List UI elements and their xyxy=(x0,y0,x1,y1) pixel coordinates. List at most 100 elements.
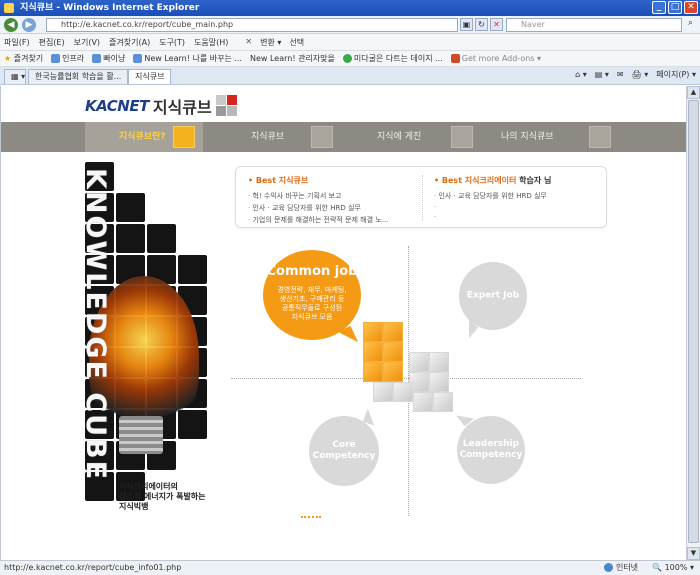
tab-bar: ▦ ▾ 한국능률협회 학습을 활... 지식큐브 ⌂ ▾ ▤ ▾ ✉ 🖨 ▾ 페… xyxy=(0,67,700,85)
favorite-link-1[interactable]: 인프라 xyxy=(51,53,84,64)
minimize-button[interactable]: _ xyxy=(652,1,666,14)
close-button[interactable]: ✕ xyxy=(684,1,698,14)
global-nav: 지식큐브란? 지식큐브 지식에 게진 나의 지식큐브 xyxy=(1,122,686,152)
security-zone: 인터넷 xyxy=(603,561,638,575)
title-line: Competency xyxy=(312,451,376,461)
tab-kacnet[interactable]: 한국능률협회 학습을 활... xyxy=(28,69,129,84)
leadership-competency-bubble[interactable]: Leadership Competency xyxy=(457,416,525,484)
compat-icon[interactable]: ▣ xyxy=(460,18,473,31)
scroll-down-icon[interactable]: ▼ xyxy=(687,547,700,560)
gnb-about[interactable]: 지식큐브란? xyxy=(85,122,203,152)
best-creator-item[interactable] xyxy=(434,203,551,211)
orange-dots xyxy=(301,516,321,520)
best-cube-title-text: Best 지식큐브 xyxy=(255,176,309,185)
favorite-link-label: 미다굴은 다트는 데이지 ... xyxy=(353,54,443,63)
search-icon[interactable]: ⌕ xyxy=(684,18,697,32)
best-creator-item[interactable]: 인사 · 교육 담당자를 위한 HRD 실무 xyxy=(434,191,551,201)
gnb-label: 지식에 게진 xyxy=(377,132,422,142)
cube-icon xyxy=(173,126,195,148)
favorite-link-2[interactable]: 빠이냥 xyxy=(92,53,125,64)
title-line: Leadership xyxy=(462,439,520,449)
gnb-my-cube[interactable]: 나의 지식큐브 xyxy=(501,122,621,152)
site-logo[interactable]: KACNET 지식큐브 xyxy=(85,94,238,118)
scroll-thumb[interactable] xyxy=(688,100,699,543)
back-button[interactable]: ◀ xyxy=(4,18,18,32)
menu-file[interactable]: 파일(F) xyxy=(4,37,30,48)
core-competency-bubble[interactable]: Core Competency xyxy=(309,416,379,486)
url-input[interactable]: http://e.kacnet.co.kr/report/cube_main.p… xyxy=(46,18,458,32)
best-creator-title: • Best 지식크리에이터 학습자 님 xyxy=(434,176,552,185)
vertical-scrollbar[interactable]: ▲ ▼ xyxy=(686,86,700,560)
status-url: http://e.kacnet.co.kr/report/cube_info01… xyxy=(4,563,182,572)
window-title: 지식큐브 - Windows Internet Explorer xyxy=(20,3,200,13)
best-cube-item[interactable]: 혁! 수익사 바꾸는 기획서 보고 xyxy=(248,191,388,201)
tagline: 지식크리에이터의 창조적 에너지가 폭발하는 지식빅뱅 xyxy=(119,482,206,512)
best-divider xyxy=(422,175,423,221)
status-bar: http://e.kacnet.co.kr/report/cube_info01… xyxy=(0,560,700,575)
expert-job-title: Expert Job xyxy=(466,290,520,301)
stop-icon[interactable]: ✕ xyxy=(490,18,503,31)
tagline-line: 지식빅뱅 xyxy=(119,502,149,511)
gnb-cube[interactable]: 지식큐브 xyxy=(251,122,361,152)
page-icon xyxy=(51,54,61,63)
toolbar-close-icon[interactable]: ✕ xyxy=(245,37,252,48)
ie-icon xyxy=(4,2,14,13)
favorite-link-label: 인프라 xyxy=(62,54,85,63)
gnb-label: 지식큐브란? xyxy=(119,132,166,142)
menu-help[interactable]: 도움말(H) xyxy=(194,37,228,48)
menu-tools[interactable]: 도구(T) xyxy=(159,37,185,48)
tab-label: 지식큐브 xyxy=(135,72,165,81)
common-job-bubble[interactable]: Common job 경영전략, 재무, 마케팅, 생산기초, 구매관리 등 공… xyxy=(263,250,361,340)
desc-line: 공통직무들로 구성된 xyxy=(281,304,343,312)
addons-link[interactable]: Get more Add-ons ▾ xyxy=(450,54,542,63)
addons-label: Get more Add-ons ▾ xyxy=(461,54,542,63)
menu-edit[interactable]: 편집(E) xyxy=(39,37,65,48)
favorite-link-label: 빠이냥 xyxy=(103,54,126,63)
desc-line: 지식큐브 모음 xyxy=(291,313,333,321)
star-icon: ★ xyxy=(4,54,12,63)
home-icon[interactable]: ⌂ ▾ xyxy=(575,70,587,79)
window-title-bar: 지식큐브 - Windows Internet Explorer _ □ ✕ xyxy=(0,0,700,16)
expert-job-bubble[interactable]: Expert Job xyxy=(459,262,527,330)
favorites-label: 즐겨찾기 xyxy=(13,54,44,63)
best-cube-column: • Best 지식큐브 혁! 수익사 바꾸는 기획서 보고 인사 · 교육 담당… xyxy=(248,175,388,227)
menu-bar: 파일(F) 편집(E) 보기(V) 즐겨찾기(A) 도구(T) 도움말(H) ✕… xyxy=(0,34,700,51)
best-creator-item[interactable] xyxy=(434,213,551,221)
favorite-link-3[interactable]: New Learn! 나를 바꾸는 ... xyxy=(133,53,242,64)
favorite-link-4[interactable]: New Learn! 관리자맞을 xyxy=(250,53,335,64)
globe-icon xyxy=(603,563,613,572)
desc-line: 생산기초, 구매관리 등 xyxy=(279,295,345,303)
favorite-link-5[interactable]: 미다굴은 다트는 데이지 ... xyxy=(342,53,443,64)
menu-favorites[interactable]: 즐겨찾기(A) xyxy=(109,37,150,48)
mail-icon[interactable]: ✉ xyxy=(617,70,624,79)
search-input[interactable]: Naver xyxy=(506,18,682,32)
best-creator-title-text: Best 지식크리에이터 xyxy=(441,176,517,185)
zoom-label: 100% xyxy=(664,563,688,572)
print-icon[interactable]: 🖨 ▾ xyxy=(632,70,649,79)
zoom-control[interactable]: 🔍 100% ▾ xyxy=(652,561,694,575)
select-button[interactable]: 선택 xyxy=(289,37,304,48)
gnb-label: 나의 지식큐브 xyxy=(501,132,554,142)
favorites-bar: ★ 즐겨찾기 인프라 빠이냥 New Learn! 나를 바꾸는 ... New… xyxy=(0,51,700,67)
tab-cube[interactable]: 지식큐브 xyxy=(128,69,172,84)
best-cube-item[interactable]: 인사 · 교육 담당자를 위한 HRD 실무 xyxy=(248,203,388,213)
convert-button[interactable]: 변환 ▾ xyxy=(260,37,281,48)
favorites-button[interactable]: ★ 즐겨찾기 xyxy=(4,53,43,64)
cube-icon xyxy=(589,126,611,148)
best-cube-item[interactable]: 기업의 문제를 해결하는 전략적 문제 해결 노... xyxy=(248,215,388,225)
address-bar: ◀ ▶ http://e.kacnet.co.kr/report/cube_ma… xyxy=(0,16,700,34)
refresh-icon[interactable]: ↻ xyxy=(475,18,488,31)
maximize-button[interactable]: □ xyxy=(668,1,682,14)
feeds-icon[interactable]: ▤ ▾ xyxy=(595,70,609,79)
page-icon xyxy=(133,54,143,63)
menu-view[interactable]: 보기(V) xyxy=(74,37,100,48)
favorite-link-label: New Learn! 관리자맞을 xyxy=(249,54,335,63)
forward-button[interactable]: ▶ xyxy=(22,18,36,32)
logo-kacnet: KACNET xyxy=(85,97,149,115)
page-menu[interactable]: 페이지(P) ▾ xyxy=(656,69,696,80)
leadership-competency-title: Leadership Competency xyxy=(457,439,525,461)
tab-list-button[interactable]: ▦ ▾ xyxy=(4,69,26,84)
scroll-up-icon[interactable]: ▲ xyxy=(687,86,700,99)
gnb-board[interactable]: 지식에 게진 xyxy=(377,122,487,152)
page-icon xyxy=(92,54,102,63)
